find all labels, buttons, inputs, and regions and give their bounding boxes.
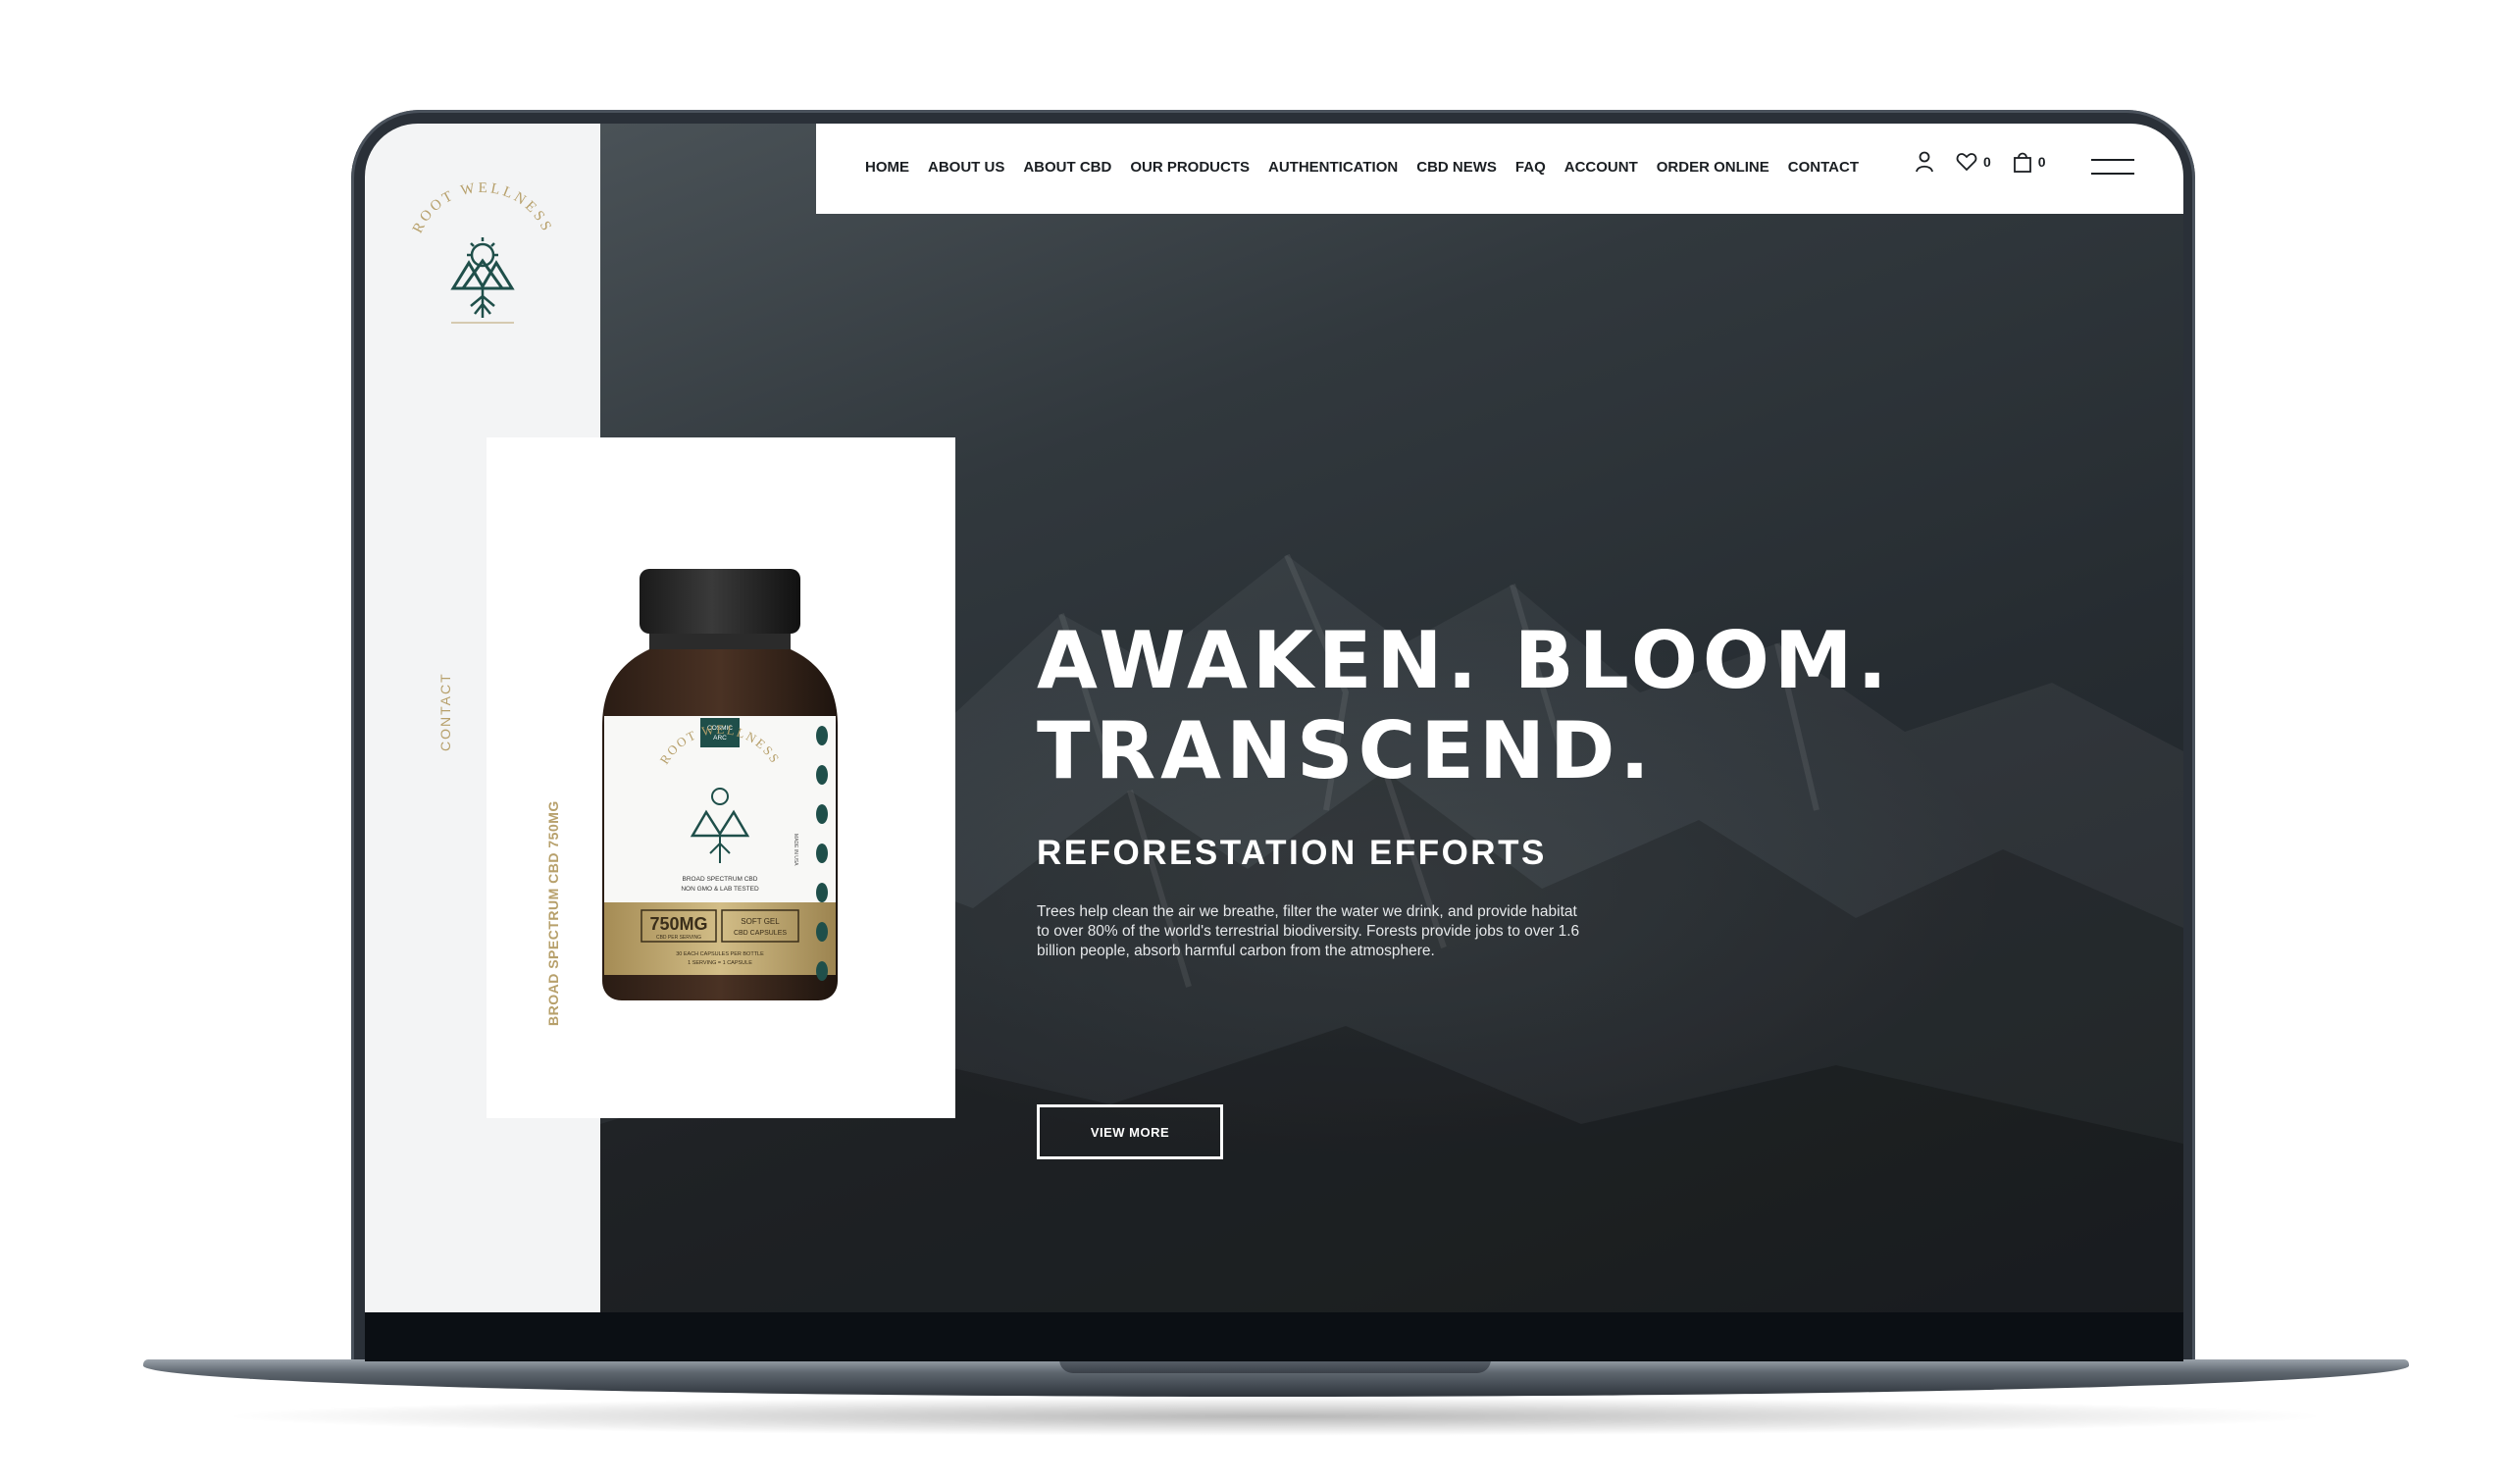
- svg-text:30 EACH CAPSULES PER BOTTLE: 30 EACH CAPSULES PER BOTTLE: [676, 951, 764, 957]
- sidebar-contact-link[interactable]: CONTACT: [437, 672, 453, 751]
- hero-subheadline: REFORESTATION EFFORTS: [1037, 834, 1547, 872]
- svg-text:750MG: 750MG: [649, 914, 707, 934]
- nav-item-about-cbd[interactable]: ABOUT CBD: [1023, 159, 1111, 176]
- nav-item-contact[interactable]: CONTACT: [1788, 159, 1859, 176]
- svg-text:BROAD SPECTRUM CBD: BROAD SPECTRUM CBD: [683, 876, 758, 883]
- headline-line-2: TRANSCEND.: [1037, 705, 1655, 796]
- laptop-notch: [1059, 1359, 1491, 1373]
- hero-headline: AWAKEN. BLOOM. TRANSCEND.: [1037, 616, 1920, 796]
- svg-text:NON GMO & LAB TESTED: NON GMO & LAB TESTED: [681, 886, 759, 893]
- nav-item-our-products[interactable]: OUR PRODUCTS: [1130, 159, 1250, 176]
- svg-text:SOFT GEL: SOFT GEL: [741, 917, 780, 926]
- nav-menu: HOME ABOUT US ABOUT CBD OUR PRODUCTS AUT…: [865, 159, 1859, 176]
- root-wellness-logo[interactable]: ROOT WELLNESS: [394, 180, 571, 328]
- wishlist-button[interactable]: 0: [1956, 152, 1991, 172]
- heart-icon: [1956, 153, 1977, 172]
- nav-item-cbd-news[interactable]: CBD NEWS: [1416, 159, 1497, 176]
- hamburger-menu-icon[interactable]: [2091, 159, 2134, 177]
- product-vertical-label: BROAD SPECTRUM CBD 750MG: [545, 800, 561, 1026]
- wishlist-count: 0: [1983, 154, 1991, 170]
- hero-content: AWAKEN. BLOOM. TRANSCEND. REFORESTATION …: [1037, 616, 1920, 1159]
- nav-item-order-online[interactable]: ORDER ONLINE: [1657, 159, 1769, 176]
- hero-body-text: Trees help clean the air we breathe, fil…: [1037, 903, 1580, 959]
- account-button[interactable]: [1915, 151, 1934, 173]
- nav-item-faq[interactable]: FAQ: [1515, 159, 1546, 176]
- svg-text:MADE IN USA: MADE IN USA: [793, 834, 798, 866]
- laptop-shadow: [216, 1397, 2334, 1436]
- cbd-capsule-bottle-image[interactable]: COSMIC ARC ROOT WELLNESS BROAD SPECTRUM …: [602, 569, 838, 1000]
- headline-line-1: AWAKEN. BLOOM.: [1037, 615, 1892, 706]
- top-navigation: HOME ABOUT US ABOUT CBD OUR PRODUCTS AUT…: [816, 124, 2183, 214]
- cart-count: 0: [2037, 154, 2046, 170]
- user-icon: [1916, 151, 1933, 173]
- nav-item-about-us[interactable]: ABOUT US: [928, 159, 1004, 176]
- svg-text:CBD CAPSULES: CBD CAPSULES: [734, 930, 787, 937]
- view-more-button[interactable]: VIEW MORE: [1037, 1104, 1223, 1159]
- screen-bezel-bottom: [365, 1312, 2183, 1361]
- nav-item-account[interactable]: ACCOUNT: [1564, 159, 1638, 176]
- nav-item-home[interactable]: HOME: [865, 159, 909, 176]
- nav-item-authentication[interactable]: AUTHENTICATION: [1268, 159, 1398, 176]
- svg-text:ROOT WELLNESS: ROOT WELLNESS: [410, 180, 555, 235]
- svg-text:CBD PER SERVING: CBD PER SERVING: [656, 935, 701, 941]
- bag-icon: [2013, 152, 2031, 173]
- cart-button[interactable]: 0: [2013, 151, 2046, 173]
- svg-text:1 SERVING = 1 CAPSULE: 1 SERVING = 1 CAPSULE: [688, 960, 752, 966]
- nav-icons: 0 0: [1915, 151, 2046, 173]
- featured-product-card[interactable]: BROAD SPECTRUM CBD 750MG COSMIC ARC ROOT…: [487, 437, 955, 1118]
- website-screen: ROOT WELLNESS CONTACT HOME ABOUT US ABOU…: [365, 124, 2183, 1312]
